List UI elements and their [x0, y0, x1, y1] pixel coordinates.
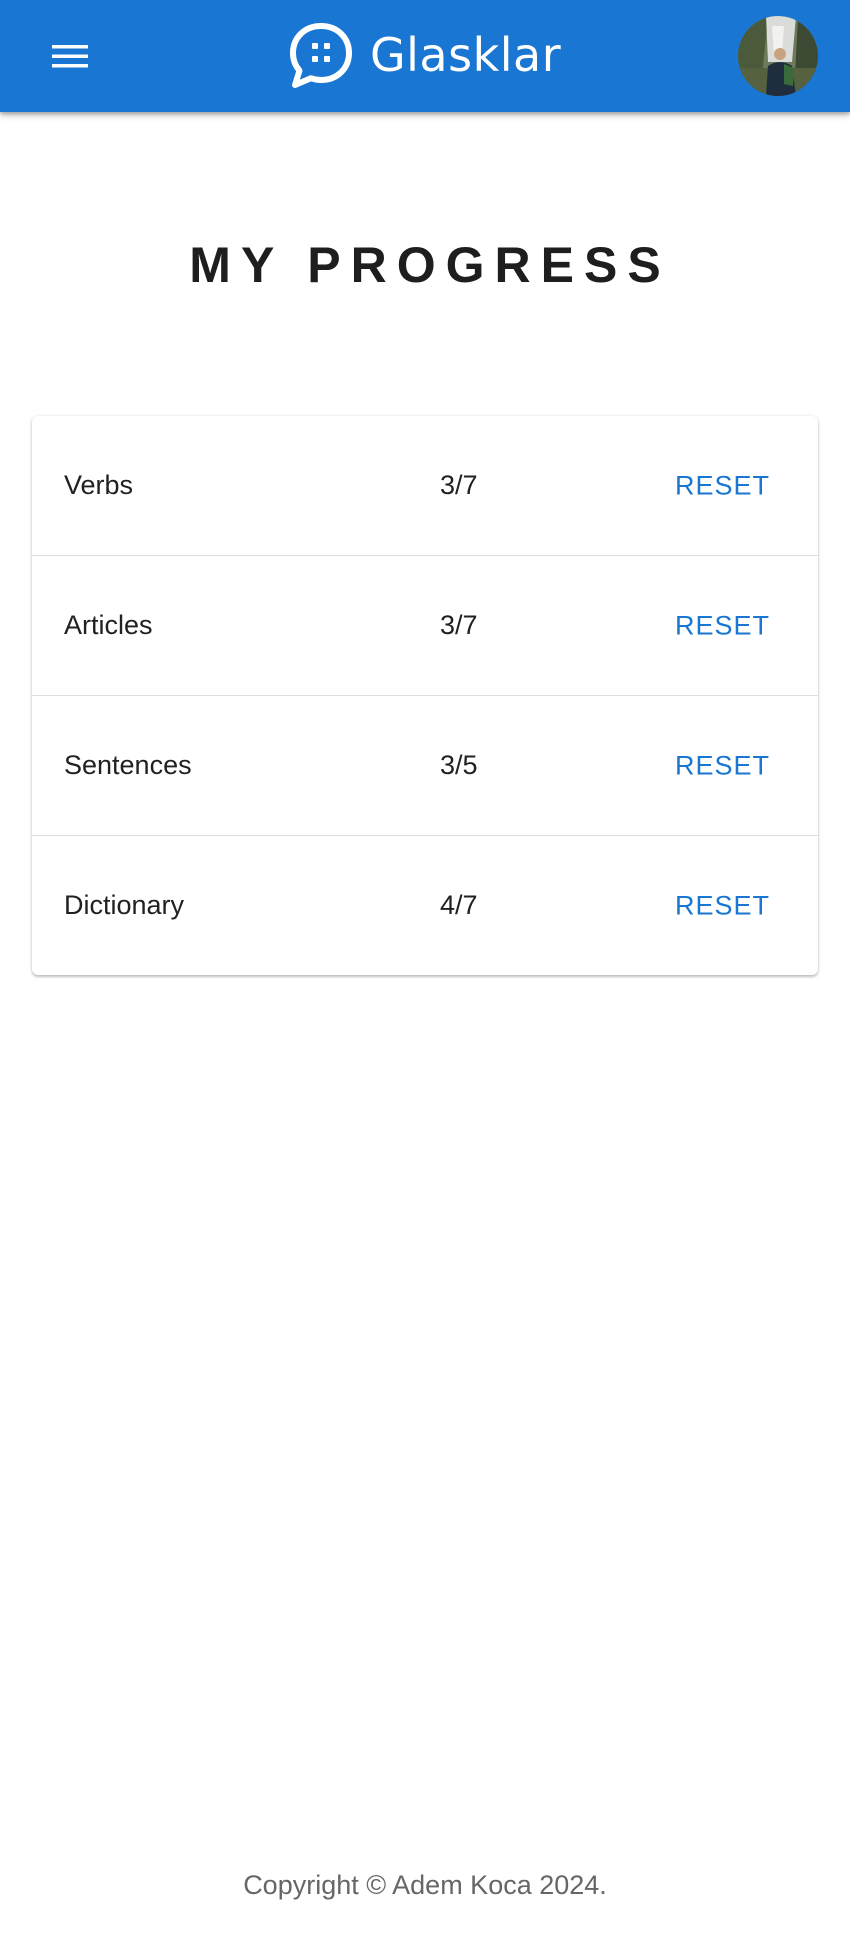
menu-icon: [52, 45, 88, 68]
progress-count: 3/7: [440, 470, 478, 500]
progress-row-articles: Articles 3/7 RESET: [32, 556, 818, 696]
reset-verbs-button[interactable]: RESET: [675, 470, 770, 501]
user-avatar[interactable]: [738, 16, 818, 96]
brand[interactable]: Glasklar: [288, 22, 561, 90]
app-name: Glasklar: [370, 28, 562, 82]
reset-sentences-button[interactable]: RESET: [675, 750, 770, 781]
app-bar: Glasklar: [0, 0, 850, 112]
progress-row-sentences: Sentences 3/5 RESET: [32, 696, 818, 836]
progress-count: 4/7: [440, 890, 478, 920]
progress-row-verbs: Verbs 3/7 RESET: [32, 416, 818, 556]
progress-label: Verbs: [64, 470, 134, 500]
reset-articles-button[interactable]: RESET: [675, 610, 770, 641]
chat-bubble-icon: [290, 23, 352, 88]
avatar-photo: [738, 16, 818, 96]
progress-row-dictionary: Dictionary 4/7 RESET: [32, 836, 818, 975]
menu-button[interactable]: [50, 36, 110, 76]
progress-label: Articles: [64, 610, 153, 640]
page-title: MY PROGRESS: [189, 237, 671, 293]
progress-count: 3/5: [440, 750, 478, 780]
progress-list: Verbs 3/7 RESET Articles 3/7 RESET Sente…: [32, 416, 818, 975]
progress-count: 3/7: [440, 610, 478, 640]
progress-label: Sentences: [64, 750, 192, 780]
footer-copyright: Copyright © Adem Koca 2024.: [243, 1870, 607, 1900]
progress-label: Dictionary: [64, 890, 185, 920]
reset-dictionary-button[interactable]: RESET: [675, 890, 770, 921]
